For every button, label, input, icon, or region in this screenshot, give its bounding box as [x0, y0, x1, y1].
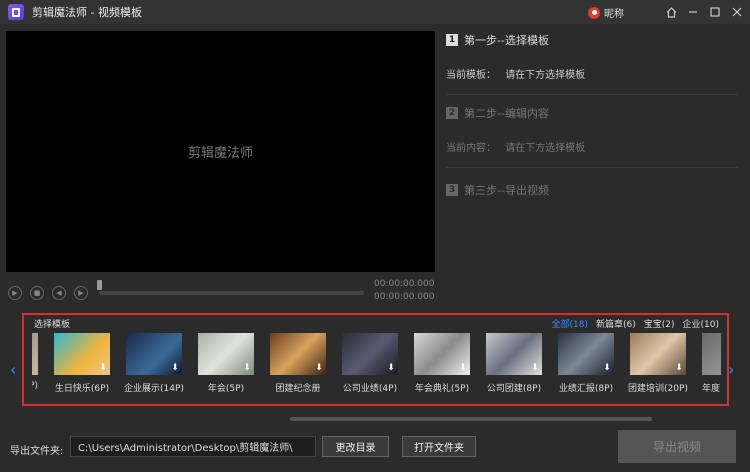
minimize-icon[interactable]	[686, 3, 700, 21]
time-current: 00:00:00.000	[374, 279, 435, 289]
tab-enterprise[interactable]: 企业(10)	[683, 317, 719, 330]
home-icon[interactable]	[664, 3, 678, 21]
maximize-icon[interactable]	[708, 3, 722, 21]
template-list: P) ⬇ 生日快乐(6P) ⬇ 企业展示(14P) ⬇ 年会(5P) ⬇ 团建纪…	[32, 333, 721, 403]
step-title: 第二步--编辑内容	[464, 107, 549, 120]
step-value: 请在下方选择模板	[505, 143, 586, 154]
template-item[interactable]: ⬇ 公司团建(8P)	[486, 333, 544, 394]
step-number: 2	[446, 107, 458, 119]
download-icon[interactable]: ⬇	[170, 363, 180, 373]
download-icon[interactable]: ⬇	[314, 363, 324, 373]
download-icon[interactable]: ⬇	[98, 363, 108, 373]
seek-handle[interactable]	[97, 280, 102, 290]
template-item[interactable]: 年度	[702, 333, 721, 394]
template-item[interactable]: ⬇ 企业展示(14P)	[124, 333, 184, 394]
seek-bar[interactable]	[99, 291, 364, 295]
tab-new-chapter[interactable]: 新篇章(6)	[596, 317, 636, 330]
template-item[interactable]: ⬇ 团建纪念册	[270, 333, 328, 394]
step-value: 请在下方选择模板	[505, 70, 586, 81]
stop-icon[interactable]: ■	[30, 286, 44, 300]
template-item[interactable]: ⬇ 业绩汇报(8P)	[558, 333, 616, 394]
playback-controls: ▶ ■ ◀ ▶ 00:00:00.000 00:00:00.000	[6, 279, 435, 306]
avatar-icon	[588, 6, 600, 19]
play-icon[interactable]: ▶	[8, 286, 22, 300]
step-number: 3	[446, 184, 458, 196]
preview-watermark: 剪辑魔法师	[187, 146, 253, 161]
template-item[interactable]: ⬇ 年会(5P)	[198, 333, 256, 394]
export-bar: 导出文件夹: C:\Users\Administrator\Desktop\剪辑…	[0, 425, 750, 472]
step-1: 1 第一步--选择模板 当前模板： 请在下方选择模板	[446, 32, 746, 81]
template-item[interactable]: P)	[32, 333, 40, 391]
window-title: 剪辑魔法师 - 视频模板	[32, 6, 142, 19]
step-3: 3 第三步--导出视频	[446, 182, 746, 198]
download-icon[interactable]: ⬇	[242, 363, 252, 373]
template-item[interactable]: ⬇ 年会典礼(5P)	[414, 333, 472, 394]
step-label: 当前内容：	[446, 143, 496, 154]
app-logo-icon	[8, 4, 24, 20]
template-panel-title: 选择模板	[34, 320, 71, 330]
tab-all[interactable]: 全部(18)	[552, 317, 588, 330]
user-name: 昵称	[604, 9, 624, 20]
export-folder-label: 导出文件夹:	[10, 446, 64, 457]
download-icon[interactable]: ⬇	[386, 363, 396, 373]
step-title: 第三步--导出视频	[464, 184, 549, 197]
export-path-field[interactable]: C:\Users\Administrator\Desktop\剪辑魔法师\	[70, 436, 316, 457]
template-item[interactable]: ⬇ 生日快乐(6P)	[54, 333, 112, 394]
change-directory-button[interactable]: 更改目录	[322, 436, 389, 457]
time-total: 00:00:00.000	[374, 292, 435, 302]
user-account[interactable]: 昵称	[588, 5, 624, 20]
export-video-button[interactable]: 导出视频	[618, 430, 736, 463]
template-panel: 选择模板 全部(18) 新篇章(6) 宝宝(2) 企业(10) P) ⬇ 生日快…	[22, 313, 729, 406]
step-number: 1	[446, 34, 458, 46]
horizontal-scrollbar[interactable]	[290, 417, 652, 421]
category-tabs: 全部(18) 新篇章(6) 宝宝(2) 企业(10)	[552, 317, 719, 330]
download-icon[interactable]: ⬇	[458, 363, 468, 373]
next-frame-icon[interactable]: ▶	[74, 286, 88, 300]
tab-baby[interactable]: 宝宝(2)	[644, 317, 675, 330]
download-icon[interactable]: ⬇	[530, 363, 540, 373]
step-label: 当前模板：	[446, 70, 496, 81]
open-folder-button[interactable]: 打开文件夹	[402, 436, 476, 457]
previous-frame-icon[interactable]: ◀	[52, 286, 66, 300]
close-icon[interactable]	[730, 3, 744, 21]
scroll-left-icon[interactable]: ‹	[10, 360, 16, 379]
download-icon[interactable]: ⬇	[602, 363, 612, 373]
download-icon[interactable]: ⬇	[674, 363, 684, 373]
steps-panel: 1 第一步--选择模板 当前模板： 请在下方选择模板 2 第二步--编辑内容 当…	[446, 26, 746, 308]
template-item[interactable]: ⬇ 团建培训(20P)	[628, 333, 688, 394]
title-bar: 剪辑魔法师 - 视频模板 昵称	[0, 0, 750, 24]
step-2: 2 第二步--编辑内容 当前内容： 请在下方选择模板	[446, 105, 746, 154]
step-title: 第一步--选择模板	[464, 34, 549, 47]
video-preview[interactable]: 剪辑魔法师	[6, 31, 435, 272]
template-item[interactable]: ⬇ 公司业绩(4P)	[342, 333, 400, 394]
